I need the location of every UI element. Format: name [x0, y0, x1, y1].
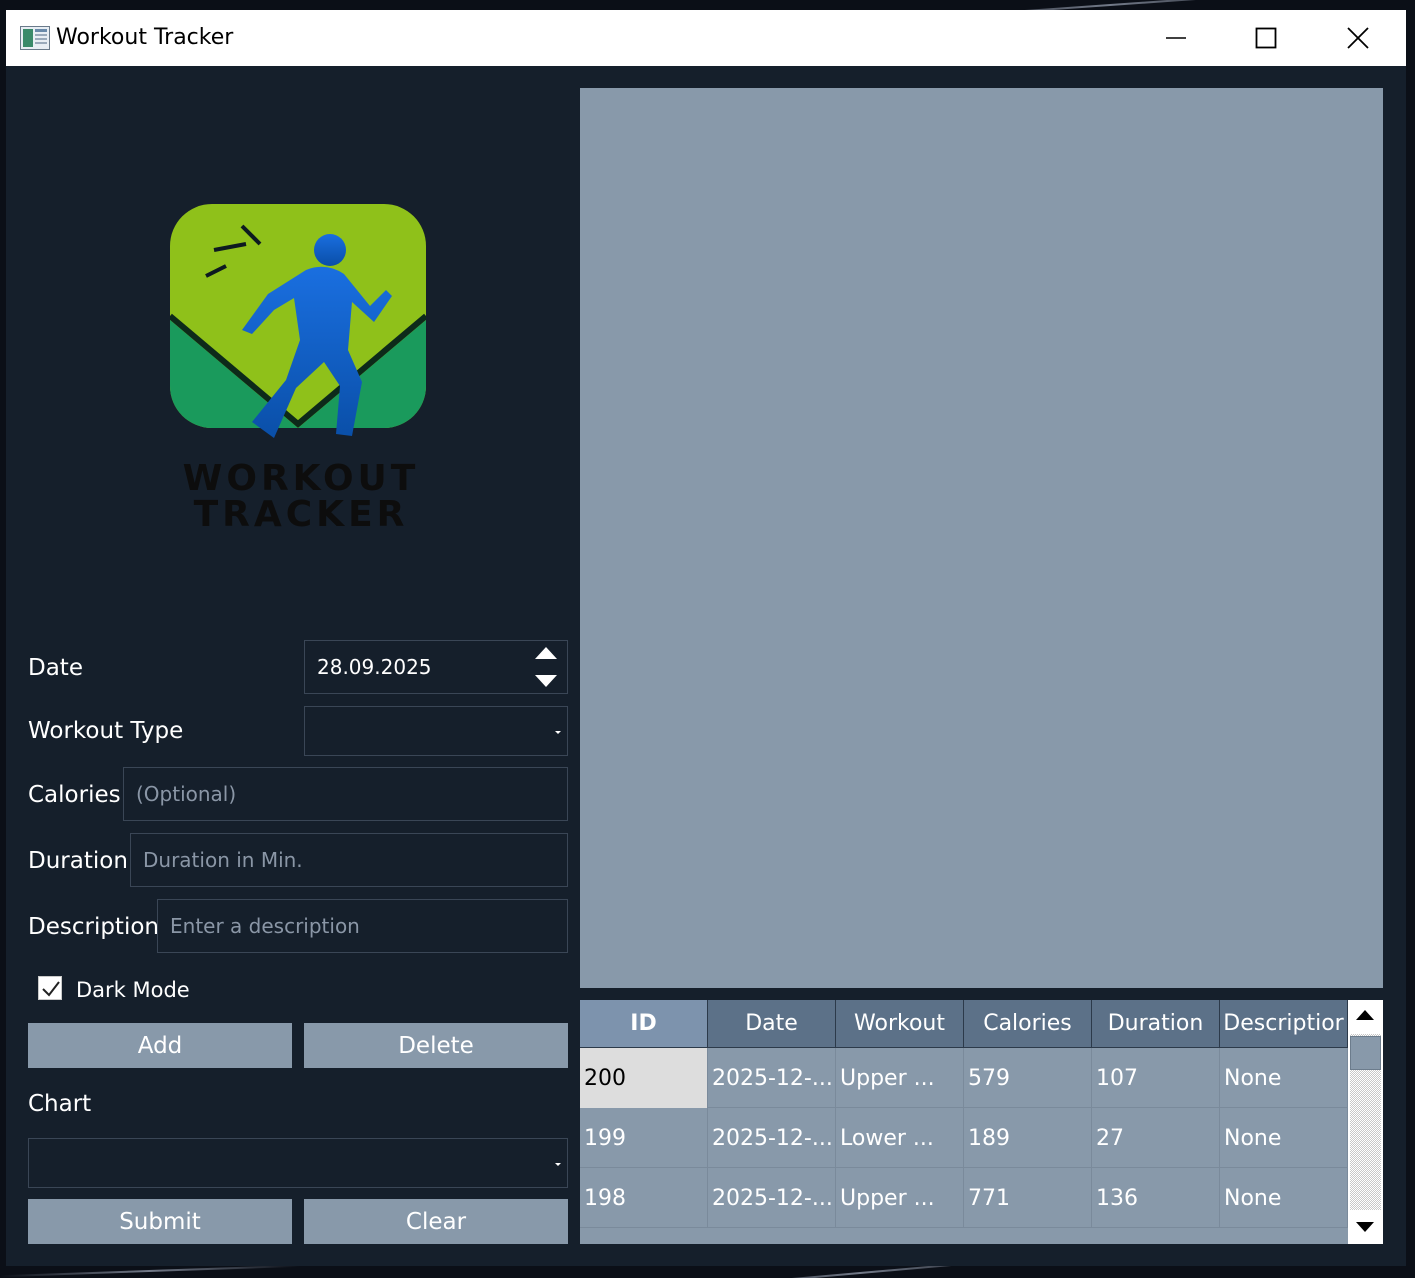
app-window: Workout Tracker WORKOUT TRACKER Date 28.… — [6, 10, 1406, 1266]
calories-label: Calories — [28, 782, 121, 808]
date-label: Date — [28, 655, 83, 681]
delete-button[interactable]: Delete — [304, 1023, 568, 1068]
table-cell[interactable]: Lower ... — [836, 1108, 964, 1168]
close-button[interactable] — [1312, 10, 1404, 66]
table-cell[interactable]: 189 — [964, 1108, 1092, 1168]
column-header-id[interactable]: ID — [580, 1000, 708, 1048]
date-spin-buttons[interactable] — [525, 641, 567, 693]
table-cell[interactable]: 2025-12-... — [708, 1048, 836, 1108]
scroll-up-arrow-icon[interactable] — [1348, 1000, 1383, 1034]
column-header-description[interactable]: Descriptior — [1220, 1000, 1348, 1048]
table-cell[interactable]: None — [1220, 1048, 1348, 1108]
table-cell[interactable]: 136 — [1092, 1168, 1220, 1228]
table-cell[interactable]: Upper ... — [836, 1048, 964, 1108]
chart-canvas — [580, 88, 1383, 988]
minimize-icon — [1166, 37, 1186, 39]
duration-label: Duration — [28, 848, 128, 874]
table-cell[interactable]: 199 — [580, 1108, 708, 1168]
date-spinbox[interactable]: 28.09.2025 — [304, 640, 568, 694]
workout-type-label: Workout Type — [28, 718, 184, 744]
table-cell[interactable]: 27 — [1092, 1108, 1220, 1168]
dark-mode-checkbox[interactable] — [38, 976, 62, 1000]
table-cell[interactable]: 2025-12-... — [708, 1108, 836, 1168]
minimize-button[interactable] — [1130, 10, 1222, 66]
spin-down-icon[interactable] — [535, 675, 557, 687]
table-header: ID Date Workout Calories Duration Descri… — [580, 1000, 1348, 1048]
title-bar: Workout Tracker — [6, 10, 1406, 66]
maximize-button[interactable] — [1220, 10, 1312, 66]
calories-input[interactable]: (Optional) — [123, 767, 568, 821]
add-button[interactable]: Add — [28, 1023, 292, 1068]
submit-button[interactable]: Submit — [28, 1199, 292, 1244]
workout-type-combobox[interactable] — [304, 706, 568, 756]
column-header-calories[interactable]: Calories — [964, 1000, 1092, 1048]
table-cell[interactable]: 107 — [1092, 1048, 1220, 1108]
workout-tracker-logo: WORKOUT TRACKER — [170, 204, 426, 530]
table-row[interactable]: 200 2025-12-... Upper ... 579 107 None — [580, 1048, 1348, 1108]
table-body: 200 2025-12-... Upper ... 579 107 None 1… — [580, 1048, 1348, 1228]
description-label: Description — [28, 914, 159, 940]
table-cell[interactable]: 2025-12-... — [708, 1168, 836, 1228]
column-header-duration[interactable]: Duration — [1092, 1000, 1220, 1048]
duration-input[interactable]: Duration in Min. — [130, 833, 568, 887]
table-row[interactable]: 199 2025-12-... Lower ... 189 27 None — [580, 1108, 1348, 1168]
logo-text-line1: WORKOUT — [183, 458, 420, 499]
scroll-down-arrow-icon[interactable] — [1348, 1210, 1383, 1244]
scrollbar-thumb[interactable] — [1350, 1036, 1381, 1070]
app-icon — [20, 26, 50, 50]
column-header-date[interactable]: Date — [708, 1000, 836, 1048]
table-cell[interactable]: 198 — [580, 1168, 708, 1228]
table-cell[interactable]: Upper ... — [836, 1168, 964, 1228]
table-vertical-scrollbar[interactable] — [1348, 1000, 1383, 1244]
table-cell[interactable]: None — [1220, 1108, 1348, 1168]
dark-mode-label: Dark Mode — [76, 978, 190, 1002]
table-cell[interactable]: 579 — [964, 1048, 1092, 1108]
table-cell[interactable]: 771 — [964, 1168, 1092, 1228]
column-header-workout[interactable]: Workout — [836, 1000, 964, 1048]
table-cell[interactable]: None — [1220, 1168, 1348, 1228]
maximize-icon — [1255, 27, 1277, 49]
table-row[interactable]: 198 2025-12-... Upper ... 771 136 None — [580, 1168, 1348, 1228]
clear-button[interactable]: Clear — [304, 1199, 568, 1244]
calories-placeholder: (Optional) — [136, 782, 237, 806]
date-value: 28.09.2025 — [317, 655, 432, 679]
chevron-down-icon — [555, 1163, 561, 1166]
logo-text-line2: TRACKER — [194, 494, 409, 530]
chart-label: Chart — [28, 1091, 92, 1117]
spin-up-icon[interactable] — [535, 647, 557, 659]
close-icon — [1347, 27, 1369, 49]
checkmark-icon — [42, 981, 60, 997]
description-placeholder: Enter a description — [170, 914, 360, 938]
duration-placeholder: Duration in Min. — [143, 848, 303, 872]
window-title: Workout Tracker — [56, 25, 234, 50]
chevron-down-icon — [555, 731, 561, 734]
table-cell[interactable]: 200 — [580, 1048, 708, 1108]
description-input[interactable]: Enter a description — [157, 899, 568, 953]
workout-table[interactable]: ID Date Workout Calories Duration Descri… — [580, 1000, 1383, 1244]
chart-combobox[interactable] — [28, 1138, 568, 1188]
